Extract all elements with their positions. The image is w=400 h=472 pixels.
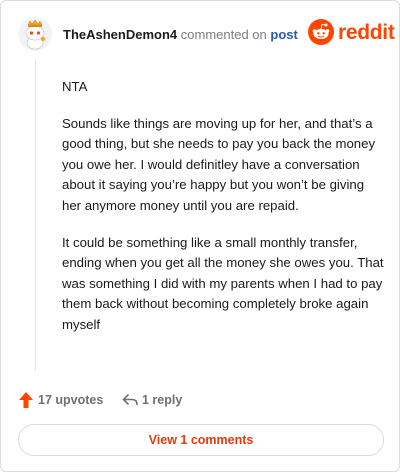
comment-body: NTA Sounds like things are moving up for…: [62, 77, 384, 352]
reply-icon: [122, 394, 138, 406]
upvote-button[interactable]: 17 upvotes: [18, 387, 103, 413]
reddit-brand[interactable]: reddit: [308, 19, 395, 47]
comment-paragraph: It could be something like a small month…: [62, 234, 384, 332]
username-link[interactable]: TheAshenDemon4: [63, 27, 177, 42]
upvote-arrow-icon: [19, 392, 33, 408]
comment-actions: 17 upvotes 1 reply: [18, 387, 384, 413]
byline-action-text: commented on: [180, 27, 267, 42]
comment-card: TheAshenDemon4 commented on post reddit …: [0, 0, 400, 472]
comment-byline: TheAshenDemon4 commented on post: [63, 27, 298, 43]
view-comments-button[interactable]: View 1 comments: [18, 424, 384, 456]
comment-paragraph: Sounds like things are moving up for her…: [62, 115, 376, 213]
upvote-count: 17 upvotes: [38, 393, 104, 407]
comment-paragraph: NTA: [62, 79, 88, 94]
user-avatar[interactable]: [18, 17, 52, 51]
reddit-wordmark: reddit: [338, 21, 395, 44]
snoo-avatar-icon: [18, 17, 52, 51]
thread-line: [35, 59, 36, 371]
reddit-snoo-icon: [308, 19, 334, 45]
comment-header: TheAshenDemon4 commented on post reddit: [18, 17, 395, 53]
reply-button[interactable]: 1 reply: [122, 387, 182, 413]
post-link[interactable]: post: [270, 27, 297, 42]
reply-count: 1 reply: [142, 393, 183, 407]
